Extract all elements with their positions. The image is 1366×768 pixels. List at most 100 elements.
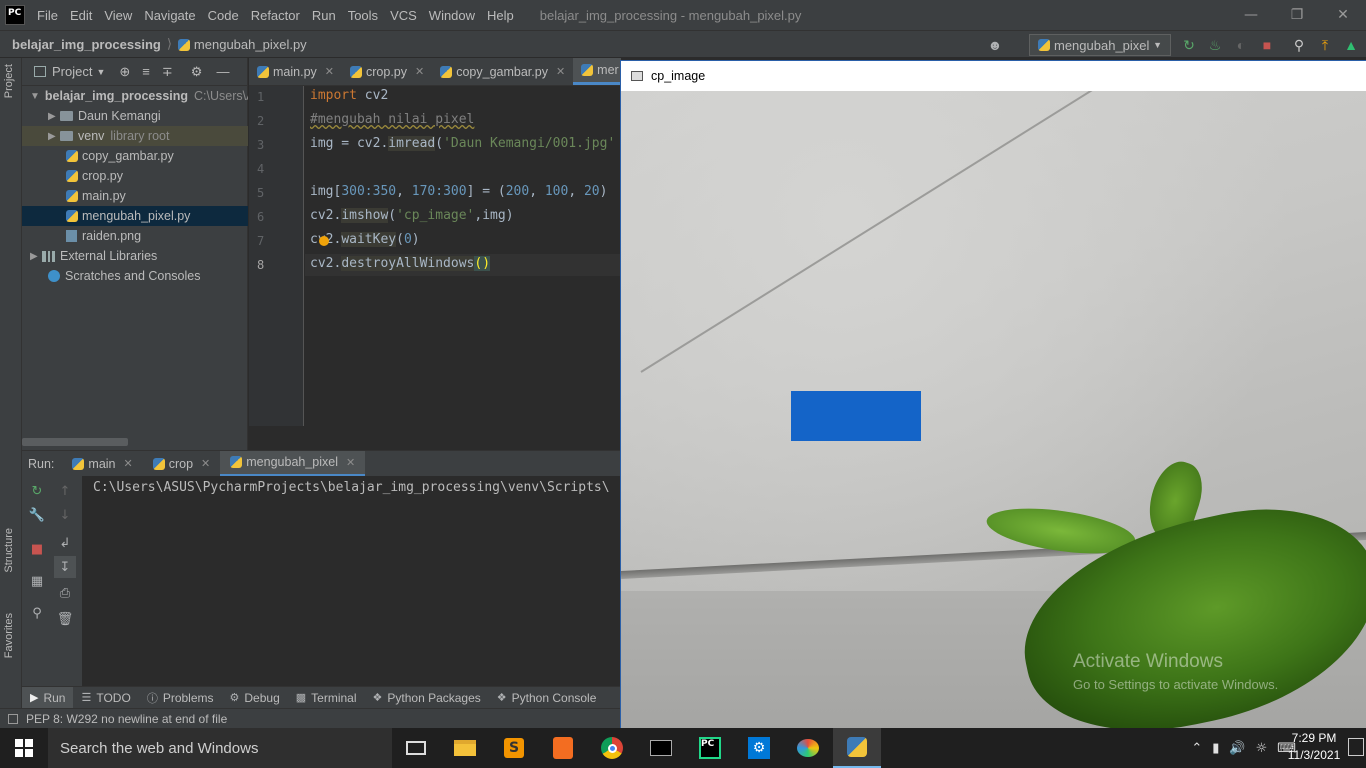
menu-view[interactable]: View — [104, 8, 132, 23]
wifi-icon[interactable]: ☼ — [1256, 741, 1268, 756]
run-tab-mengubah-pixel[interactable]: mengubah_pixel ✕ — [220, 450, 366, 477]
debug-icon[interactable]: ♨ — [1206, 36, 1224, 54]
tree-item-scratches[interactable]: Scratches and Consoles — [22, 266, 248, 286]
scroll-to-end-icon[interactable]: ↧ — [54, 556, 76, 578]
tab-crop-py[interactable]: crop.py ✕ — [342, 58, 432, 85]
taskbar-clock[interactable]: 7:29 PM 11/3/2021 — [1284, 730, 1344, 764]
project-panel-title[interactable]: Project — [52, 64, 92, 79]
favorites-tool-tab[interactable]: Favorites — [3, 613, 15, 658]
collapse-all-icon[interactable]: ∓ — [162, 64, 173, 80]
breadcrumb-project[interactable]: belajar_img_processing — [12, 37, 161, 52]
tree-item-daun-kemangi[interactable]: ▶ Daun Kemangi — [22, 106, 248, 126]
pycharm-logo-icon[interactable]: PC — [5, 5, 25, 25]
foxit-pdf-icon[interactable] — [539, 728, 587, 768]
close-tab-icon[interactable]: ✕ — [415, 65, 424, 78]
taskbar-search-input[interactable]: Search the web and Windows — [48, 728, 392, 768]
volume-icon[interactable]: 🔊 — [1229, 741, 1245, 756]
tree-item-copy-gambar[interactable]: copy_gambar.py — [22, 146, 248, 166]
tab-copy-gambar-py[interactable]: copy_gambar.py ✕ — [432, 58, 573, 85]
gear-icon[interactable]: ⚙ — [191, 64, 203, 80]
arrow-down-icon[interactable]: ↓ — [54, 504, 76, 526]
python-window-icon[interactable] — [833, 728, 881, 768]
arrow-up-icon[interactable]: ↑ — [54, 480, 76, 502]
jetbrains-icon[interactable]: ▲ — [1342, 36, 1360, 54]
chevron-down-icon[interactable]: ▼ — [96, 67, 105, 77]
search-icon[interactable]: ⚲ — [1290, 36, 1308, 54]
locate-icon[interactable]: ⊕ — [119, 64, 130, 80]
menu-code[interactable]: Code — [208, 8, 239, 23]
rerun-icon[interactable]: ↻ — [1180, 36, 1198, 54]
coverage-icon[interactable]: ◐ — [1232, 36, 1250, 54]
menu-refactor[interactable]: Refactor — [251, 8, 300, 23]
tab-mengubah-pixel-py[interactable]: mer — [573, 58, 621, 85]
breadcrumb-file[interactable]: mengubah_pixel.py — [177, 37, 307, 52]
battery-icon[interactable]: ▮ — [1212, 741, 1219, 756]
chevron-up-icon[interactable]: ⌃ — [1191, 741, 1202, 756]
close-tab-icon[interactable]: ✕ — [124, 457, 133, 470]
tree-item-raiden[interactable]: raiden.png — [22, 226, 248, 246]
run-tab-main[interactable]: main ✕ — [62, 451, 142, 477]
run-tab-crop[interactable]: crop ✕ — [143, 451, 221, 477]
pycharm-taskbar-icon[interactable]: PC — [686, 728, 734, 768]
tool-tab-python-packages[interactable]: ❖ Python Packages — [365, 687, 489, 708]
tree-item-main[interactable]: main.py — [22, 186, 248, 206]
stop-icon[interactable]: ■ — [26, 538, 48, 560]
tab-main-py[interactable]: main.py ✕ — [249, 58, 342, 85]
menu-navigate[interactable]: Navigate — [144, 8, 195, 23]
paint-icon[interactable] — [784, 728, 832, 768]
task-view-icon[interactable] — [392, 728, 440, 768]
menu-file[interactable]: File — [37, 8, 58, 23]
rerun-icon[interactable]: ↻ — [26, 480, 48, 502]
menu-edit[interactable]: Edit — [70, 8, 92, 23]
tool-tab-run[interactable]: ▶ Run — [22, 687, 74, 708]
tool-tab-todo[interactable]: ☰ TODO — [73, 687, 138, 708]
tool-tab-problems[interactable]: ⓘ Problems — [139, 687, 222, 708]
tool-tab-debug[interactable]: ⚙ Debug — [222, 687, 288, 708]
close-icon[interactable]: ✕ — [1320, 0, 1366, 30]
settings-icon[interactable]: ⚙ — [735, 728, 783, 768]
file-explorer-icon[interactable] — [441, 728, 489, 768]
layout-icon[interactable]: ▦ — [26, 570, 48, 592]
update-icon[interactable]: ⤒ — [1316, 36, 1334, 54]
trash-icon[interactable]: 🗑 — [54, 608, 76, 630]
toggle-panels-icon[interactable] — [8, 713, 18, 724]
tree-item-mengubah-pixel[interactable]: mengubah_pixel.py — [22, 206, 248, 226]
print-icon[interactable]: ⎙ — [54, 582, 76, 604]
lightbulb-icon[interactable] — [319, 236, 329, 246]
restore-icon[interactable]: ❐ — [1274, 0, 1320, 30]
tree-item-crop[interactable]: crop.py — [22, 166, 248, 186]
menu-window[interactable]: Window — [429, 8, 475, 23]
expand-all-icon[interactable]: ≡ — [142, 64, 150, 79]
menu-run[interactable]: Run — [312, 8, 336, 23]
structure-tool-tab[interactable]: Structure — [3, 528, 15, 573]
hide-panel-icon[interactable]: — — [216, 64, 229, 79]
horizontal-scrollbar[interactable] — [22, 438, 128, 446]
chrome-icon[interactable] — [588, 728, 636, 768]
soft-wrap-icon[interactable]: ↲ — [54, 532, 76, 554]
pin-icon[interactable]: ⚲ — [26, 602, 48, 624]
minimize-icon[interactable]: — — [1228, 0, 1274, 30]
wrench-icon[interactable]: 🔧 — [26, 504, 48, 526]
project-tool-tab[interactable]: Project — [3, 64, 15, 98]
cv-window-titlebar[interactable]: cp_image — [621, 61, 1366, 91]
code-editor[interactable]: 1 2 3 4 5 6 7 8 import cv2 #mengubah nil… — [249, 86, 621, 448]
sublime-text-icon[interactable]: S — [490, 728, 538, 768]
menu-help[interactable]: Help — [487, 8, 514, 23]
windows-start-icon[interactable] — [0, 728, 48, 768]
run-configuration-select[interactable]: mengubah_pixel ▼ — [1029, 34, 1171, 56]
menu-tools[interactable]: Tools — [348, 8, 378, 23]
tree-item-project-root[interactable]: ▼ belajar_img_processing C:\Users\A — [22, 86, 248, 106]
close-tab-icon[interactable]: ✕ — [346, 456, 355, 469]
menu-vcs[interactable]: VCS — [390, 8, 417, 23]
close-tab-icon[interactable]: ✕ — [556, 65, 565, 78]
tool-tab-terminal[interactable]: ▩ Terminal — [288, 687, 365, 708]
status-message[interactable]: PEP 8: W292 no newline at end of file — [26, 712, 227, 726]
command-prompt-icon[interactable] — [637, 728, 685, 768]
user-icon[interactable]: ☻ — [986, 36, 1004, 54]
stop-icon[interactable]: ■ — [1258, 36, 1276, 54]
tree-item-external-libraries[interactable]: ▶ External Libraries — [22, 246, 248, 266]
tool-tab-python-console[interactable]: ❖ Python Console — [489, 687, 605, 708]
close-tab-icon[interactable]: ✕ — [325, 65, 334, 78]
notifications-icon[interactable] — [1348, 738, 1364, 756]
close-tab-icon[interactable]: ✕ — [201, 457, 210, 470]
